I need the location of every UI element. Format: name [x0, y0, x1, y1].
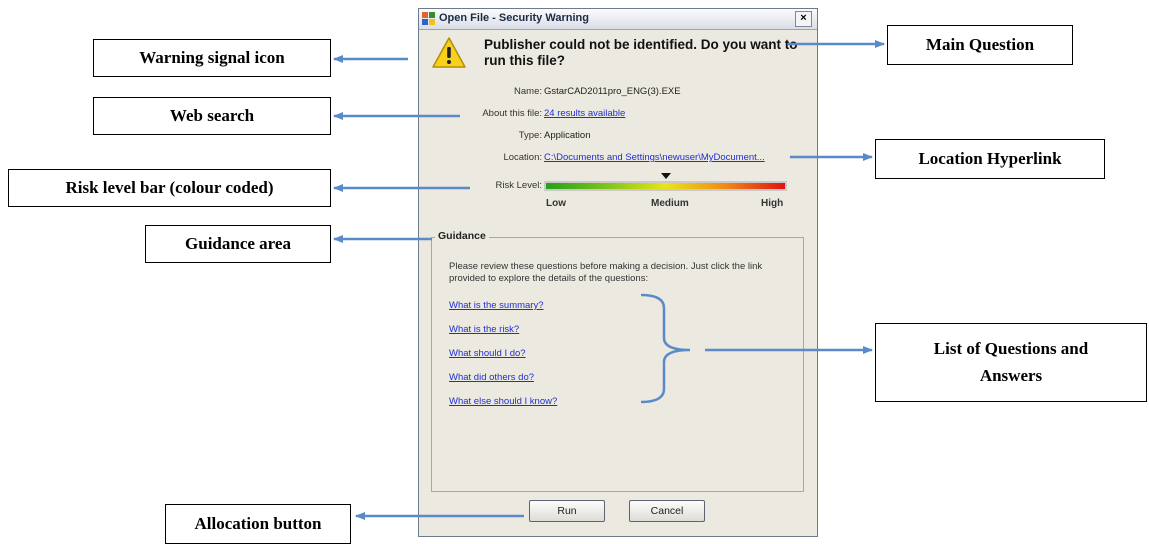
app-icon: [422, 12, 435, 25]
web-search-callout-text: Web search: [169, 105, 255, 125]
run-button-label: Run: [557, 505, 577, 517]
question-link[interactable]: What is the summary?: [449, 300, 544, 311]
risk-level-bar: [544, 181, 787, 191]
risk-bar-callout-text: Risk level bar (colour coded): [65, 177, 274, 197]
allocation-button-callout: Allocation button: [165, 504, 351, 544]
question-link[interactable]: What is the risk?: [449, 324, 519, 335]
risk-bar-callout: Risk level bar (colour coded): [8, 169, 331, 207]
warning-icon-callout-text: Warning signal icon: [139, 47, 285, 67]
warning-icon: [432, 37, 466, 68]
dialog-titlebar[interactable]: Open File - Security Warning ×: [419, 9, 817, 30]
close-button[interactable]: ×: [795, 11, 812, 27]
question-link[interactable]: What else should I know?: [449, 396, 557, 407]
guidance-area-callout: Guidance area: [145, 225, 331, 263]
risk-high-label: High: [761, 198, 784, 209]
location-hyperlink-callout-text: Location Hyperlink: [918, 148, 1062, 168]
qa-list-callout-line1: List of Questions and: [933, 339, 1089, 359]
cancel-button[interactable]: Cancel: [629, 500, 705, 522]
location-hyperlink-callout: Location Hyperlink: [875, 139, 1105, 179]
location-link[interactable]: C:\Documents and Settings\newuser\MyDocu…: [544, 152, 765, 163]
qa-list-callout: List of Questions and Answers: [875, 323, 1147, 402]
qa-list-callout-line2: Answers: [979, 365, 1043, 385]
close-icon: ×: [800, 12, 807, 24]
warning-icon-callout: Warning signal icon: [93, 39, 331, 77]
question-link[interactable]: What did others do?: [449, 372, 534, 383]
cancel-button-label: Cancel: [650, 505, 684, 517]
type-label: Type:: [518, 130, 542, 141]
location-label: Location:: [503, 152, 542, 163]
guidance-intro: Please review these questions before mak…: [449, 261, 763, 284]
risk-marker-icon: [660, 173, 671, 179]
main-question: Publisher could not be identified. Do yo…: [484, 37, 798, 68]
guidance-area-callout-text: Guidance area: [185, 233, 291, 253]
main-question-callout: Main Question: [887, 25, 1073, 65]
about-label: About this file:: [482, 108, 542, 119]
dialog-title: Open File - Security Warning: [439, 12, 589, 24]
security-warning-dialog: Open File - Security Warning × Publisher…: [418, 8, 818, 537]
name-label: Name:: [514, 86, 542, 97]
name-value: GstarCAD2011pro_ENG(3).EXE: [544, 86, 681, 97]
run-button[interactable]: Run: [529, 500, 605, 522]
web-search-callout: Web search: [93, 97, 331, 135]
risk-low-label: Low: [546, 198, 566, 209]
main-question-callout-text: Main Question: [925, 34, 1035, 54]
web-search-link[interactable]: 24 results available: [544, 108, 625, 119]
question-link[interactable]: What should I do?: [449, 348, 526, 359]
guidance-legend: Guidance: [435, 230, 489, 242]
risk-medium-label: Medium: [651, 198, 689, 209]
allocation-button-callout-text: Allocation button: [194, 513, 322, 533]
risk-level-label: Risk Level:: [495, 180, 542, 191]
type-value: Application: [544, 130, 591, 141]
